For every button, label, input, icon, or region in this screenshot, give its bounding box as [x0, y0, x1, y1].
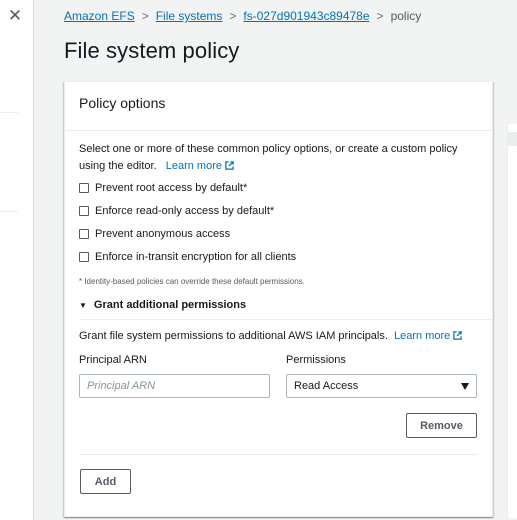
page-title: File system policy [64, 38, 240, 63]
checkbox-prevent-root-access[interactable]: Prevent root access by default* [79, 177, 478, 199]
footnote: * Identity-based policies can override t… [79, 277, 305, 286]
external-link-icon [225, 161, 234, 170]
external-link-icon [453, 331, 462, 340]
checkbox[interactable] [79, 229, 89, 239]
editor-header-band [508, 132, 517, 146]
policy-options-description: Select one or more of these common polic… [79, 141, 479, 175]
learn-more-link[interactable]: Learn more [394, 330, 462, 342]
learn-more-label: Learn more [394, 330, 451, 342]
permissions-select[interactable]: Read Access [286, 374, 477, 398]
breadcrumb-amazon-efs[interactable]: Amazon EFS [64, 9, 135, 23]
checkbox-enforce-read-only[interactable]: Enforce read-only access by default* [79, 200, 478, 222]
breadcrumb-file-system-id[interactable]: fs-027d901943c89478e [243, 9, 369, 23]
learn-more-label: Learn more [165, 160, 222, 172]
add-button[interactable]: Add [80, 469, 131, 494]
checkbox-label: Enforce in-transit encryption for all cl… [95, 251, 297, 263]
checkbox[interactable] [79, 206, 89, 216]
side-navigation-collapsed: ✕ [0, 0, 34, 520]
breadcrumb-current: policy [390, 9, 422, 23]
permissions-select-value: Read Access [294, 380, 359, 392]
checkbox-label: Enforce read-only access by default* [95, 205, 275, 217]
close-icon[interactable]: ✕ [5, 6, 25, 26]
permissions-label: Permissions [286, 354, 346, 366]
divider [79, 319, 492, 320]
policy-options-header: Policy options [65, 82, 492, 131]
breadcrumb: Amazon EFS > File systems > fs-027d90194… [64, 8, 421, 24]
grant-description-text: Grant file system permissions to additio… [79, 330, 388, 342]
breadcrumb-separator: > [141, 9, 149, 23]
caret-down-icon [461, 382, 469, 390]
principal-arn-label: Principal ARN [79, 354, 147, 366]
learn-more-link[interactable]: Learn more [166, 160, 234, 172]
nav-divider [0, 211, 18, 212]
policy-editor-container-partial [507, 124, 517, 518]
grant-description: Grant file system permissions to additio… [79, 329, 478, 343]
breadcrumb-separator: > [229, 9, 237, 23]
checkbox-label: Prevent anonymous access [95, 228, 231, 240]
checkbox-label: Prevent root access by default* [95, 182, 248, 194]
nav-divider [0, 112, 18, 113]
checkbox[interactable] [79, 252, 89, 262]
checkbox[interactable] [79, 183, 89, 193]
checkbox-prevent-anonymous-access[interactable]: Prevent anonymous access [79, 223, 478, 245]
policy-options-container: Policy options Select one or more of the… [64, 81, 493, 517]
caret-down-icon: ▼ [79, 300, 87, 310]
grant-permissions-header: Grant additional permissions [93, 299, 247, 311]
grant-permissions-expander[interactable]: ▼ Grant additional permissions [79, 299, 478, 311]
divider [80, 454, 478, 455]
breadcrumb-file-systems[interactable]: File systems [156, 9, 223, 23]
principal-arn-input[interactable] [79, 374, 270, 398]
breadcrumb-separator: > [376, 9, 384, 23]
checkbox-enforce-in-transit-encryption[interactable]: Enforce in-transit encryption for all cl… [79, 246, 478, 268]
policy-options-description-text: Select one or more of these common polic… [79, 143, 458, 172]
remove-button[interactable]: Remove [406, 413, 477, 438]
